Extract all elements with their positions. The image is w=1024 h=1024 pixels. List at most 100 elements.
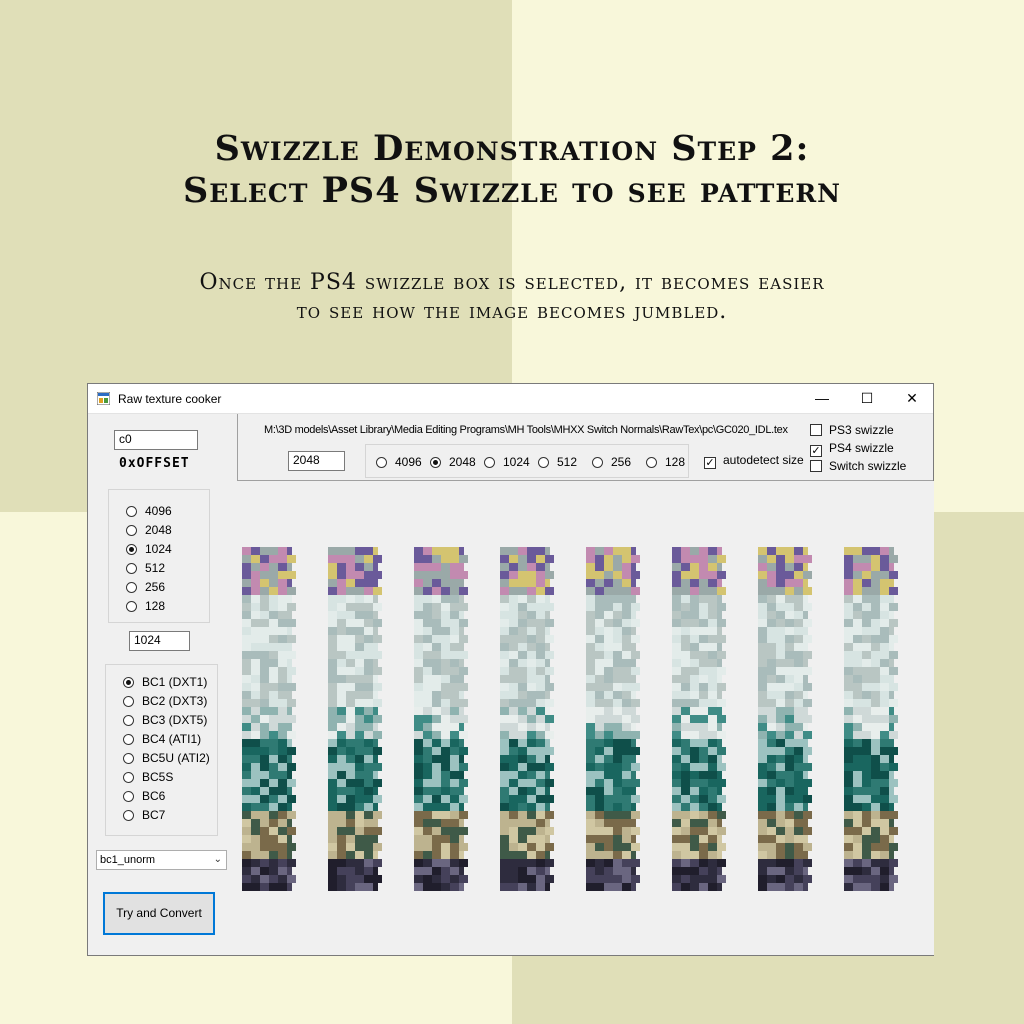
width-size-option-1024[interactable]: 1024 (126, 541, 172, 557)
radio-icon (123, 791, 134, 802)
top-panel: M:\3D models\Asset Library\Media Editing… (237, 414, 933, 481)
subtitle-line-2: to see how the image becomes jumbled. (296, 299, 728, 324)
height-size-option-label: 512 (557, 455, 578, 469)
ps4-check-icon: ✓ (810, 445, 822, 457)
switch-swizzle-label: Switch swizzle (829, 459, 907, 473)
minimize-button[interactable]: — (799, 384, 845, 413)
subtitle-line-1: Once the PS4 swizzle box is selected, it… (199, 270, 825, 295)
window-title: Raw texture cooker (118, 392, 222, 406)
texture-preview (237, 481, 934, 955)
format-group: BC1 (DXT1) BC2 (DXT3) BC3 (DXT5) BC4 (ATI1)… (105, 664, 218, 836)
height-size-option-4096[interactable]: 4096 (376, 454, 422, 470)
height-size-group: 4096 2048 1024 512 256 128 (365, 444, 689, 478)
radio-icon (376, 457, 387, 468)
offset-label: 0xOFFSET (119, 456, 190, 471)
height-size-option-1024[interactable]: 1024 (484, 454, 530, 470)
format-option-bc5s[interactable]: BC5S (123, 769, 173, 785)
try-and-convert-button[interactable]: Try and Convert (103, 892, 215, 935)
format-option-bc2-dxt3[interactable]: BC2 (DXT3) (123, 693, 207, 709)
radio-icon (123, 753, 134, 764)
ps3-swizzle-checkbox[interactable]: PS3 swizzle (810, 423, 894, 437)
format-option-label: BC7 (142, 808, 166, 822)
autodetect-label: autodetect size (723, 453, 804, 467)
format-option-bc4-ati1[interactable]: BC4 (ATI1) (123, 731, 201, 747)
close-button[interactable]: ✕ (889, 384, 935, 413)
page-subtitle: Once the PS4 swizzle box is selected, it… (0, 268, 1024, 326)
switch-swizzle-checkbox[interactable]: Switch swizzle (810, 459, 906, 473)
radio-icon (538, 457, 549, 468)
width-size-option-label: 2048 (145, 523, 172, 537)
format-option-bc5u-ati2[interactable]: BC5U (ATI2) (123, 750, 210, 766)
height-size-option-128[interactable]: 128 (646, 454, 685, 470)
radio-icon (126, 563, 137, 574)
radio-icon (126, 601, 137, 612)
maximize-button[interactable]: ☐ (844, 384, 890, 413)
ps3-swizzle-label: PS3 swizzle (829, 423, 894, 437)
autodetect-checkbox[interactable]: ✓ autodetect size (704, 453, 804, 469)
radio-icon (123, 772, 134, 783)
ps4-swizzle-checkbox[interactable]: ✓ PS4 swizzle (810, 441, 894, 457)
width-size-option-2048[interactable]: 2048 (126, 522, 172, 538)
radio-icon (123, 810, 134, 821)
width-size-option-label: 1024 (145, 542, 172, 556)
app-window: Raw texture cooker — ☐ ✕ c0 0xOFFSET 409… (87, 383, 934, 956)
ps4-swizzle-label: PS4 swizzle (829, 441, 894, 455)
radio-icon (126, 525, 137, 536)
radio-icon (123, 677, 134, 688)
format-option-label: BC5S (142, 770, 174, 784)
app-icon (97, 392, 110, 405)
page-title: Swizzle Demonstration Step 2: Select PS4… (0, 128, 1024, 212)
height-size-option-label: 128 (665, 455, 686, 469)
width-size-option-label: 128 (145, 599, 166, 613)
radio-icon (126, 506, 137, 517)
format-option-bc1-dxt1[interactable]: BC1 (DXT1) (123, 674, 207, 690)
left-panel: c0 0xOFFSET 4096 2048 1024 512 256 128 1024 B… (88, 414, 238, 955)
height-size-option-label: 2048 (449, 455, 476, 469)
height-size-option-2048[interactable]: 2048 (430, 454, 476, 470)
format-option-label: BC3 (DXT5) (142, 713, 208, 727)
radio-icon (123, 696, 134, 707)
texture-strip (844, 547, 898, 891)
format-option-bc6[interactable]: BC6 (123, 788, 165, 804)
height-size-option-256[interactable]: 256 (592, 454, 631, 470)
height-size-option-512[interactable]: 512 (538, 454, 577, 470)
height-size-option-label: 256 (611, 455, 632, 469)
file-path: M:\3D models\Asset Library\Media Editing… (264, 424, 788, 436)
width-size-option-label: 512 (145, 561, 166, 575)
format-option-label: BC6 (142, 789, 166, 803)
width-size-option-512[interactable]: 512 (126, 560, 165, 576)
width-size-option-label: 4096 (145, 504, 172, 518)
height-size-option-label: 1024 (503, 455, 530, 469)
radio-icon (484, 457, 495, 468)
format-option-label: BC4 (ATI1) (142, 732, 202, 746)
texture-strip (758, 547, 812, 891)
format-option-label: BC2 (DXT3) (142, 694, 208, 708)
height-input[interactable]: 2048 (288, 451, 345, 471)
format-option-bc3-dxt5[interactable]: BC3 (DXT5) (123, 712, 207, 728)
radio-icon (123, 734, 134, 745)
texture-strip (500, 547, 554, 891)
swizzled-texture-image (242, 547, 898, 891)
texture-strip (242, 547, 296, 891)
width-size-option-label: 256 (145, 580, 166, 594)
title-line-2: Select PS4 Swizzle to see pattern (182, 170, 842, 211)
width-input[interactable]: 1024 (129, 631, 190, 651)
radio-icon (123, 715, 134, 726)
width-size-option-256[interactable]: 256 (126, 579, 165, 595)
radio-icon (646, 457, 657, 468)
offset-input[interactable]: c0 (114, 430, 198, 450)
title-bar: Raw texture cooker — ☐ ✕ (88, 384, 933, 414)
width-size-group: 4096 2048 1024 512 256 128 (108, 489, 210, 623)
radio-icon (126, 544, 137, 555)
format-option-bc7[interactable]: BC7 (123, 807, 165, 823)
radio-icon (592, 457, 603, 468)
format-select[interactable]: bc1_unorm ⌄ (96, 850, 227, 870)
width-size-option-128[interactable]: 128 (126, 598, 165, 614)
texture-strip (414, 547, 468, 891)
texture-strip (586, 547, 640, 891)
title-line-1: Swizzle Demonstration Step 2: (214, 128, 810, 169)
radio-icon (126, 582, 137, 593)
format-option-label: BC1 (DXT1) (142, 675, 208, 689)
ps3-check-icon (810, 424, 822, 436)
width-size-option-4096[interactable]: 4096 (126, 503, 172, 519)
